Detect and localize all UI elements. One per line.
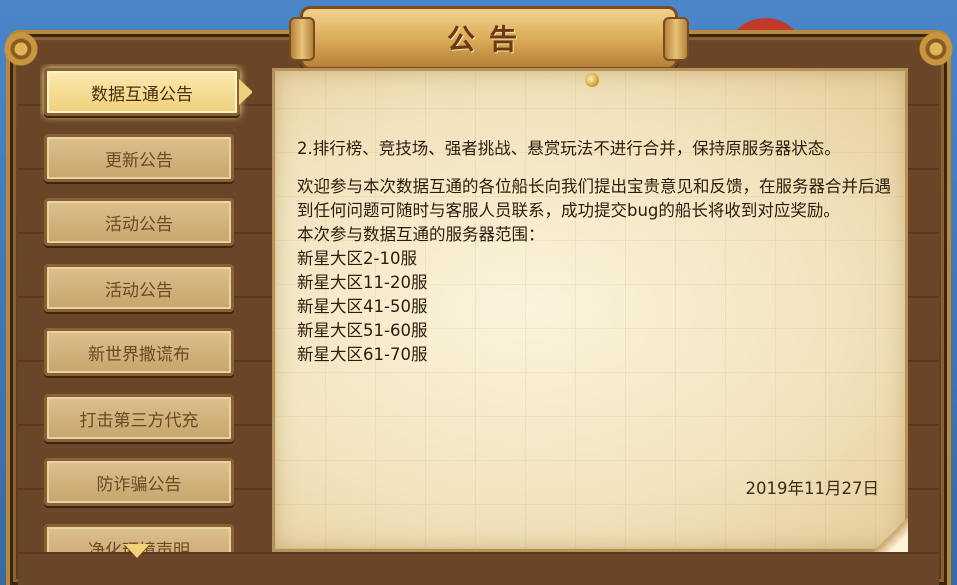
server-item: 新星大区51-60服 — [297, 321, 428, 340]
tab-event-1[interactable]: 活动公告 — [44, 198, 234, 246]
server-item: 新星大区11-20服 — [297, 273, 428, 292]
tab-update[interactable]: 更新公告 — [44, 134, 234, 182]
announcement-tab-list[interactable]: 数据互通公告 更新公告 活动公告 活动公告 新世界撒谎布 打击第三方代充 防诈骗… — [40, 64, 252, 552]
page-title: 公告 — [446, 23, 531, 56]
tab-new-world[interactable]: 新世界撒谎布 — [44, 328, 234, 376]
server-item: 新星大区2-10服 — [297, 249, 417, 268]
notice-body[interactable]: 2.排行榜、竞技场、强者挑战、悬赏玩法不进行合并，保持原服务器状态。 欢迎参与本… — [297, 137, 897, 367]
tab-event-2[interactable]: 活动公告 — [44, 264, 234, 312]
server-item: 新星大区61-70服 — [297, 345, 428, 364]
notice-line: 2.排行榜、竞技场、强者挑战、悬赏玩法不进行合并，保持原服务器状态。 — [297, 139, 841, 158]
scroll-down-arrow-icon[interactable] — [124, 544, 150, 558]
tab-anti-fraud[interactable]: 防诈骗公告 — [44, 458, 234, 506]
server-range-title: 本次参与数据互通的服务器范围： — [297, 225, 545, 244]
frame-corner-ornament — [4, 32, 38, 66]
frame-corner-ornament — [919, 32, 953, 66]
tab-data-merge[interactable]: 数据互通公告 — [44, 68, 252, 116]
tab-anti-third-party-topup[interactable]: 打击第三方代充 — [44, 394, 234, 442]
notice-date: 2019年11月27日 — [745, 479, 879, 498]
notice-paper: 2.排行榜、竞技场、强者挑战、悬赏玩法不进行合并，保持原服务器状态。 欢迎参与本… — [272, 68, 908, 552]
title-plaque: 公告 — [289, 6, 689, 70]
paper-curl-decoration — [872, 518, 908, 552]
notice-paragraph: 欢迎参与本次数据互通的各位船长向我们提出宝贵意见和反馈，在服务器合并后遇到任何问… — [297, 177, 891, 220]
server-item: 新星大区41-50服 — [297, 297, 428, 316]
pin-icon — [585, 73, 599, 87]
